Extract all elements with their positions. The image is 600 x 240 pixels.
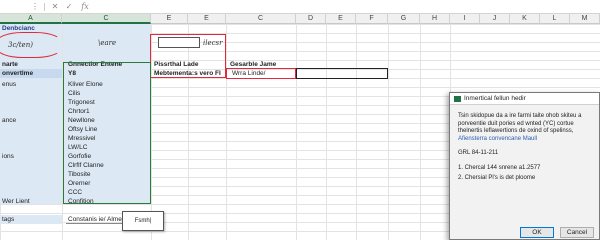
list-item-a[interactable]: Wer Lient (0, 197, 62, 206)
cell-a5[interactable]: narte (0, 60, 62, 69)
column-header-c[interactable]: C (62, 14, 151, 24)
dialog-body: Tsin skidopue da a ire farmi taite ohob … (458, 113, 596, 183)
function-icon[interactable]: fx (80, 2, 90, 12)
formula-bar: ⋮ ✕ ✓ fx (0, 0, 600, 14)
column-header-e[interactable]: E (151, 14, 188, 24)
gridline (326, 24, 327, 240)
column-header-g[interactable]: G (388, 14, 420, 24)
column-header-m[interactable]: M (570, 14, 600, 24)
cell-a-bottom[interactable]: tags (0, 215, 62, 224)
confirm-edit-icon[interactable]: ✓ (64, 2, 74, 12)
more-icon[interactable]: ⋮ (30, 2, 40, 12)
dialog-text-line: porveentie duit pories ed wnted (YC) cor… (458, 120, 574, 127)
column-header-c2[interactable]: C (226, 14, 296, 24)
ok-button[interactable]: OK (520, 227, 554, 238)
column-header-j[interactable]: J (480, 14, 510, 24)
cancel-button[interactable]: Cancel (560, 227, 594, 238)
dialog-text-line: Tsin skidopue da a ire farmi taite ohob … (458, 113, 582, 119)
column-header-d[interactable]: D (296, 14, 326, 24)
gridline (296, 24, 297, 240)
column-header-e3[interactable]: E (326, 14, 356, 24)
dialog-title: Inmertical fellun hedir (464, 95, 526, 102)
gridline (226, 24, 227, 240)
selection-range-border (63, 62, 151, 204)
dialog-list-item: 1. Chercal 144 snrene a1.2577 (458, 164, 541, 171)
list-item-a[interactable]: ions (0, 152, 62, 161)
column-header-i[interactable]: I (450, 14, 480, 24)
toolbar-divider (44, 3, 45, 11)
message-dialog: Inmertical fellun hedir Tsin skidopue da… (449, 92, 600, 240)
gridline (356, 24, 357, 240)
column-header-l[interactable]: L (540, 14, 570, 24)
dialog-title-bar[interactable]: Inmertical fellun hedir (450, 93, 599, 105)
list-item-a[interactable]: ance (0, 116, 62, 125)
cell-a2[interactable]: 3c/ten) (8, 41, 33, 49)
dialog-reference: GRL 84-11-211 (458, 150, 499, 156)
active-cell-border[interactable] (296, 68, 388, 79)
cell-f5[interactable]: Gesarble Jame (228, 60, 296, 69)
gridline (420, 24, 421, 240)
column-header-a[interactable]: A (0, 14, 62, 24)
list-item-a[interactable]: enus (0, 80, 62, 89)
cancel-edit-icon[interactable]: ✕ (50, 2, 60, 12)
dialog-link[interactable]: Afiensterra convencane Maull (458, 136, 596, 144)
cell-a6[interactable]: onvertlme (0, 69, 62, 78)
dialog-list-item: 2. Chersial Pl's is det ploome (458, 175, 536, 181)
dialog-text-line: thelnertis leflawertions de oxind of spe… (458, 128, 574, 134)
cell-e5[interactable]: Pissrthal Lade (152, 60, 224, 69)
column-header-k[interactable]: K (510, 14, 540, 24)
cell-tooltip: Fsmh| (122, 211, 164, 231)
gridline (388, 24, 389, 240)
column-header-e2[interactable]: E (188, 14, 226, 24)
column-header-f[interactable]: F (356, 14, 388, 24)
cell-f6[interactable]: Wrra Linde/ (230, 69, 294, 78)
app-icon (454, 96, 461, 102)
cell-e6[interactable]: Mebtementa:s vero FI (152, 69, 228, 78)
column-header-h[interactable]: H (420, 14, 450, 24)
cell-c2[interactable]: \eare (98, 39, 116, 47)
sheet-title: Denbcianc (2, 25, 35, 32)
